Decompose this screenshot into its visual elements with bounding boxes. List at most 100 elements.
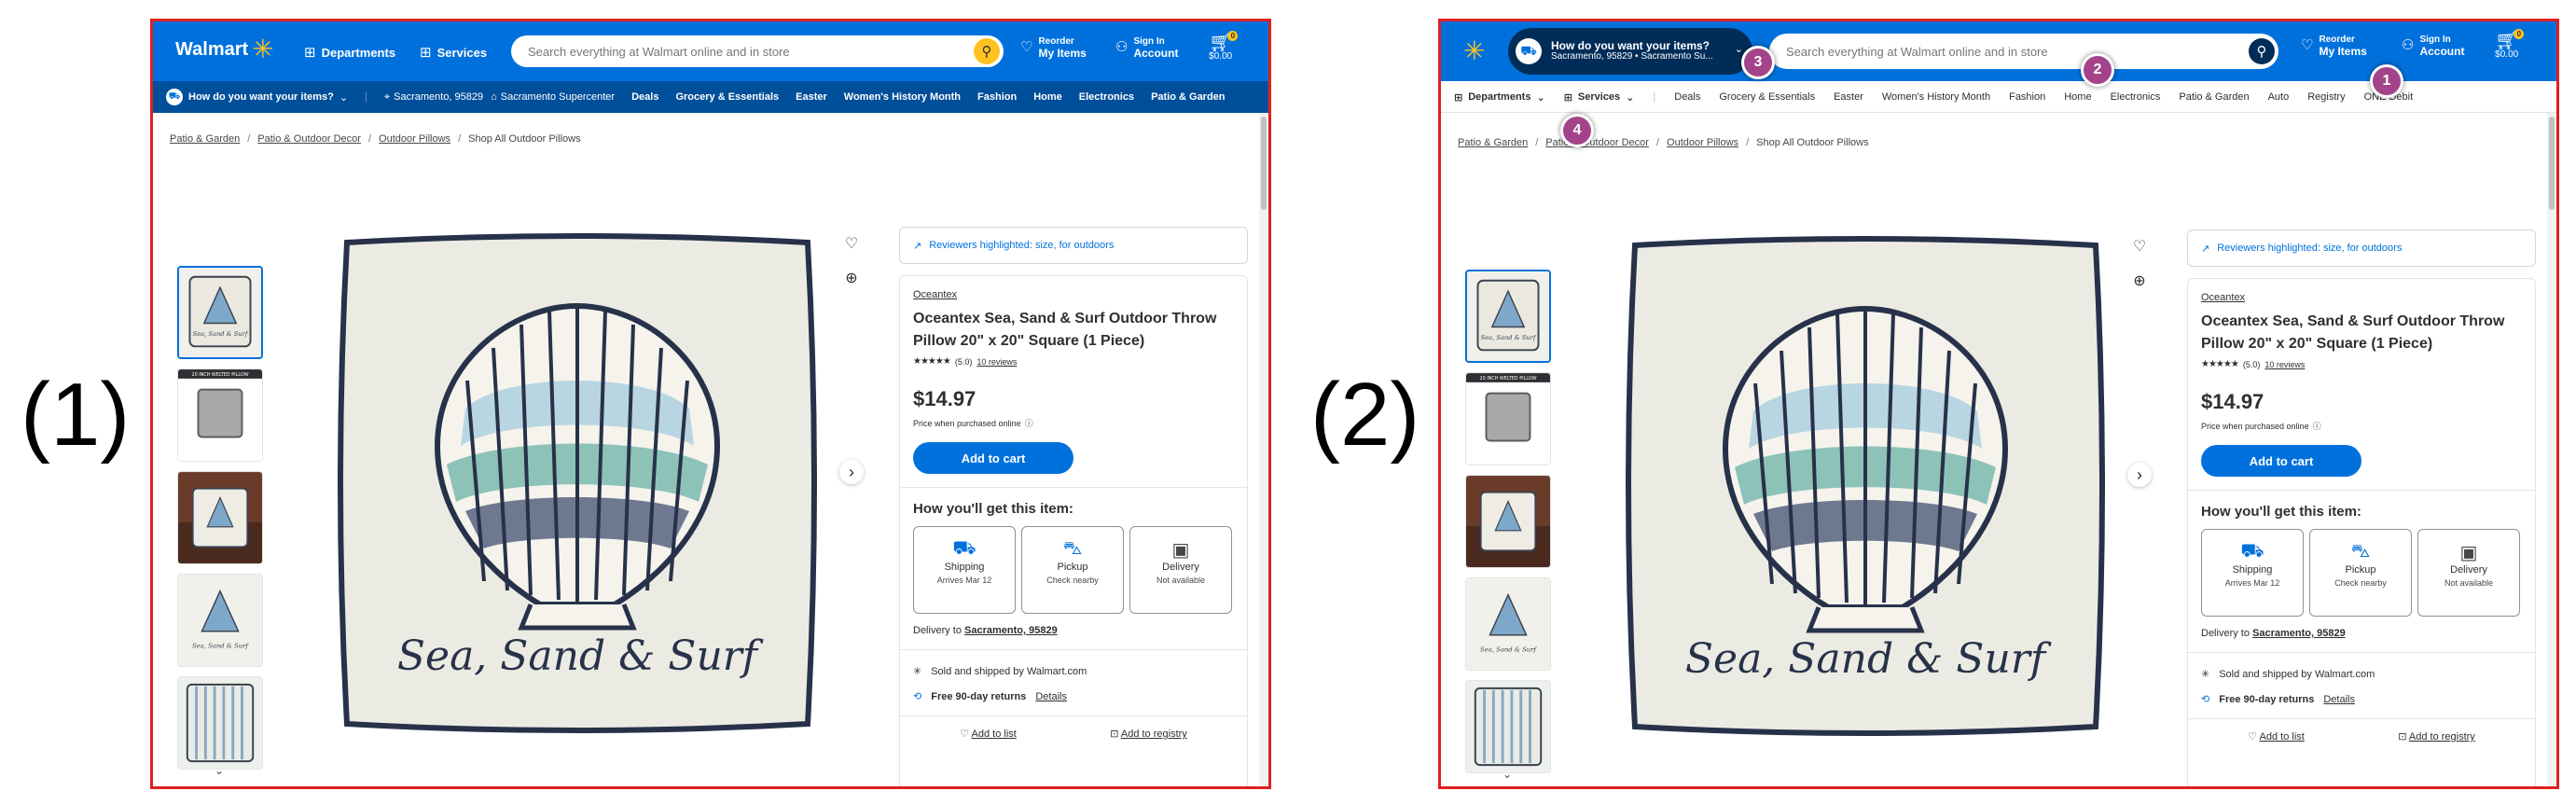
nav-link-easter[interactable]: Easter bbox=[796, 91, 827, 103]
chevron-down-icon[interactable]: ⌄ bbox=[215, 764, 224, 777]
add-to-cart-button[interactable]: Add to cart bbox=[2201, 445, 2361, 477]
nav-link-deals[interactable]: Deals bbox=[631, 91, 658, 103]
details-link[interactable]: Details bbox=[1035, 691, 1067, 702]
nav-link-grocery[interactable]: Grocery & Essentials bbox=[1719, 91, 1815, 103]
thumbnail-4[interactable]: Sea, Sand & Surf bbox=[177, 574, 263, 667]
delivery-location-link[interactable]: Sacramento, 95829 bbox=[2252, 628, 2346, 639]
account-button[interactable]: ⚇ Sign In Account bbox=[1115, 36, 1178, 59]
next-image-button[interactable]: › bbox=[2127, 463, 2152, 487]
search-icon[interactable]: ⚲ bbox=[2249, 38, 2275, 64]
breadcrumb-link[interactable]: Patio & Outdoor Decor bbox=[257, 133, 361, 145]
breadcrumb-link[interactable]: Outdoor Pillows bbox=[1667, 137, 1738, 148]
thumbnail-1[interactable]: Sea, Sand & Surf bbox=[1465, 270, 1551, 363]
thumbnail-4[interactable]: Sea, Sand & Surf bbox=[1465, 577, 1551, 671]
departments-button[interactable]: ⊞ Departments ⌄ bbox=[1454, 91, 1545, 104]
breadcrumb-link[interactable]: Patio & Outdoor Decor bbox=[1545, 137, 1649, 148]
nav-link-easter[interactable]: Easter bbox=[1834, 91, 1863, 103]
add-to-list-button[interactable]: ♡ Add to list bbox=[960, 728, 1017, 740]
nav-link-registry[interactable]: Registry bbox=[2307, 91, 2345, 103]
scrollbar[interactable] bbox=[1259, 113, 1268, 786]
add-to-list-label: Add to list bbox=[971, 729, 1017, 740]
reviewers-highlight[interactable]: ↗ Reviewers highlighted: size, for outdoo… bbox=[2187, 229, 2536, 267]
truck-icon: ⛟ bbox=[952, 538, 976, 559]
breadcrumb: Patio & Garden / Patio & Outdoor Decor / O… bbox=[1458, 137, 1869, 148]
add-to-registry-button[interactable]: ⊡ Add to registry bbox=[1110, 728, 1187, 740]
chevron-down-icon[interactable]: ⌄ bbox=[1503, 768, 1512, 781]
info-icon[interactable]: ⓘ bbox=[2313, 420, 2321, 432]
add-to-list-label: Add to list bbox=[2259, 731, 2305, 743]
add-to-list-button[interactable]: ♡ Add to list bbox=[2248, 730, 2305, 743]
zoom-icon[interactable]: ⊕ bbox=[839, 266, 864, 290]
details-link[interactable]: Details bbox=[2323, 694, 2355, 705]
nav-link-auto[interactable]: Auto bbox=[2268, 91, 2290, 103]
next-image-button[interactable]: › bbox=[839, 460, 864, 484]
cart-button[interactable]: 🛒︎ 0 $0.00 bbox=[1209, 31, 1239, 62]
delivery-option[interactable]: ▣ Delivery Not available bbox=[1129, 526, 1232, 614]
nav-link-home[interactable]: Home bbox=[2064, 91, 2091, 103]
nav-link-patio-garden[interactable]: Patio & Garden bbox=[1151, 91, 1225, 103]
reviews-link[interactable]: 10 reviews bbox=[2264, 360, 2305, 369]
nav-link-womens-history[interactable]: Women's History Month bbox=[844, 91, 961, 103]
reviewers-text: Reviewers highlighted: size, for outdoor… bbox=[929, 240, 1115, 251]
shipping-option[interactable]: ⛟ Shipping Arrives Mar 12 bbox=[913, 526, 1016, 614]
departments-button[interactable]: ⊞ Departments bbox=[304, 44, 395, 61]
nav-link-home[interactable]: Home bbox=[1033, 91, 1062, 103]
scrollbar-thumb[interactable] bbox=[2549, 117, 2555, 210]
store-selector[interactable]: ⌂ Sacramento Supercenter bbox=[491, 91, 615, 103]
add-to-cart-button[interactable]: Add to cart bbox=[913, 442, 1073, 474]
breadcrumb-link[interactable]: Patio & Garden bbox=[170, 133, 240, 145]
zip-selector[interactable]: ⌖ Sacramento, 95829 bbox=[384, 91, 483, 104]
search-icon[interactable]: ⚲ bbox=[974, 38, 1000, 64]
zoom-icon[interactable]: ⊕ bbox=[2127, 269, 2152, 293]
reorder-button[interactable]: ♡ Reorder My Items bbox=[1020, 36, 1087, 59]
reviews-link[interactable]: 10 reviews bbox=[976, 357, 1017, 367]
reorder-button[interactable]: ♡ Reorder My Items bbox=[2301, 35, 2367, 57]
nav-link-electronics[interactable]: Electronics bbox=[2111, 91, 2161, 103]
delivery-option[interactable]: ▣ Delivery Not available bbox=[2417, 529, 2520, 617]
add-to-registry-button[interactable]: ⊡ Add to registry bbox=[2398, 730, 2475, 743]
seller-text: Sold and shipped by Walmart.com bbox=[2219, 668, 2375, 680]
nav-link-deals[interactable]: Deals bbox=[1674, 91, 1700, 103]
thumbnail-1[interactable]: Sea, Sand & Surf bbox=[177, 266, 263, 359]
breadcrumb-link[interactable]: Patio & Garden bbox=[1458, 137, 1528, 148]
nav-link-patio-garden[interactable]: Patio & Garden bbox=[2179, 91, 2249, 103]
walmart-logo[interactable]: Walmart ✳ bbox=[175, 36, 274, 62]
heart-icon[interactable]: ♡ bbox=[2127, 234, 2152, 258]
thumbnail-2[interactable]: 20 INCH WELTED PILLOW bbox=[177, 368, 263, 462]
scrollbar-thumb[interactable] bbox=[1261, 117, 1267, 210]
search-input[interactable]: Search everything at Walmart online and … bbox=[511, 35, 1004, 67]
info-icon[interactable]: ⓘ bbox=[1025, 417, 1033, 429]
services-button[interactable]: ⊞ Services ⌄ bbox=[1564, 91, 1635, 104]
thumbnail-5[interactable] bbox=[177, 676, 263, 770]
search-input[interactable]: Search everything at Walmart online and … bbox=[1769, 34, 2278, 69]
heart-icon[interactable]: ♡ bbox=[839, 231, 864, 256]
shipping-option[interactable]: ⛟ Shipping Arrives Mar 12 bbox=[2201, 529, 2304, 617]
cart-button[interactable]: 🛒︎ 0 $0.00 bbox=[2495, 29, 2525, 60]
thumbnail-5[interactable] bbox=[1465, 680, 1551, 773]
services-button[interactable]: ⊞ Services bbox=[420, 44, 487, 61]
nav-link-womens-history[interactable]: Women's History Month bbox=[1882, 91, 1990, 103]
nav-link-grocery[interactable]: Grocery & Essentials bbox=[675, 91, 779, 103]
nav-link-electronics[interactable]: Electronics bbox=[1079, 91, 1134, 103]
brand-link[interactable]: Oceantex bbox=[2201, 292, 2522, 303]
fulfillment-selector[interactable]: ⛟ How do you want your items? Sacramento,… bbox=[1508, 28, 1752, 75]
fulfillment-selector[interactable]: ⛟ How do you want your items? ⌄ bbox=[166, 89, 348, 105]
nav-link-fashion[interactable]: Fashion bbox=[2009, 91, 2045, 103]
thumbnail-3[interactable] bbox=[177, 471, 263, 564]
main-product-image[interactable]: Sea, Sand & Surf bbox=[330, 231, 824, 735]
delivery-location-link[interactable]: Sacramento, 95829 bbox=[964, 625, 1058, 636]
reviewers-highlight[interactable]: ↗ Reviewers highlighted: size, for outdoo… bbox=[899, 227, 1248, 264]
nav-link-fashion[interactable]: Fashion bbox=[977, 91, 1017, 103]
pickup-option[interactable]: ⛍ Pickup Check nearby bbox=[1021, 526, 1124, 614]
cart-badge: 0 bbox=[2514, 29, 2525, 39]
main-product-image[interactable]: Sea, Sand & Surf bbox=[1618, 234, 2112, 738]
scrollbar[interactable] bbox=[2547, 113, 2556, 786]
pickup-option[interactable]: ⛍ Pickup Check nearby bbox=[2309, 529, 2412, 617]
thumbnail-2[interactable]: 20 INCH WELTED PILLOW bbox=[1465, 372, 1551, 465]
returns-text: Free 90-day returns bbox=[931, 690, 1027, 702]
spark-logo-icon[interactable]: ✳ bbox=[1463, 38, 1485, 64]
brand-link[interactable]: Oceantex bbox=[913, 289, 1234, 300]
thumbnail-3[interactable] bbox=[1465, 475, 1551, 568]
account-button[interactable]: ⚇ Sign In Account bbox=[2402, 35, 2464, 57]
breadcrumb-link[interactable]: Outdoor Pillows bbox=[379, 133, 450, 145]
